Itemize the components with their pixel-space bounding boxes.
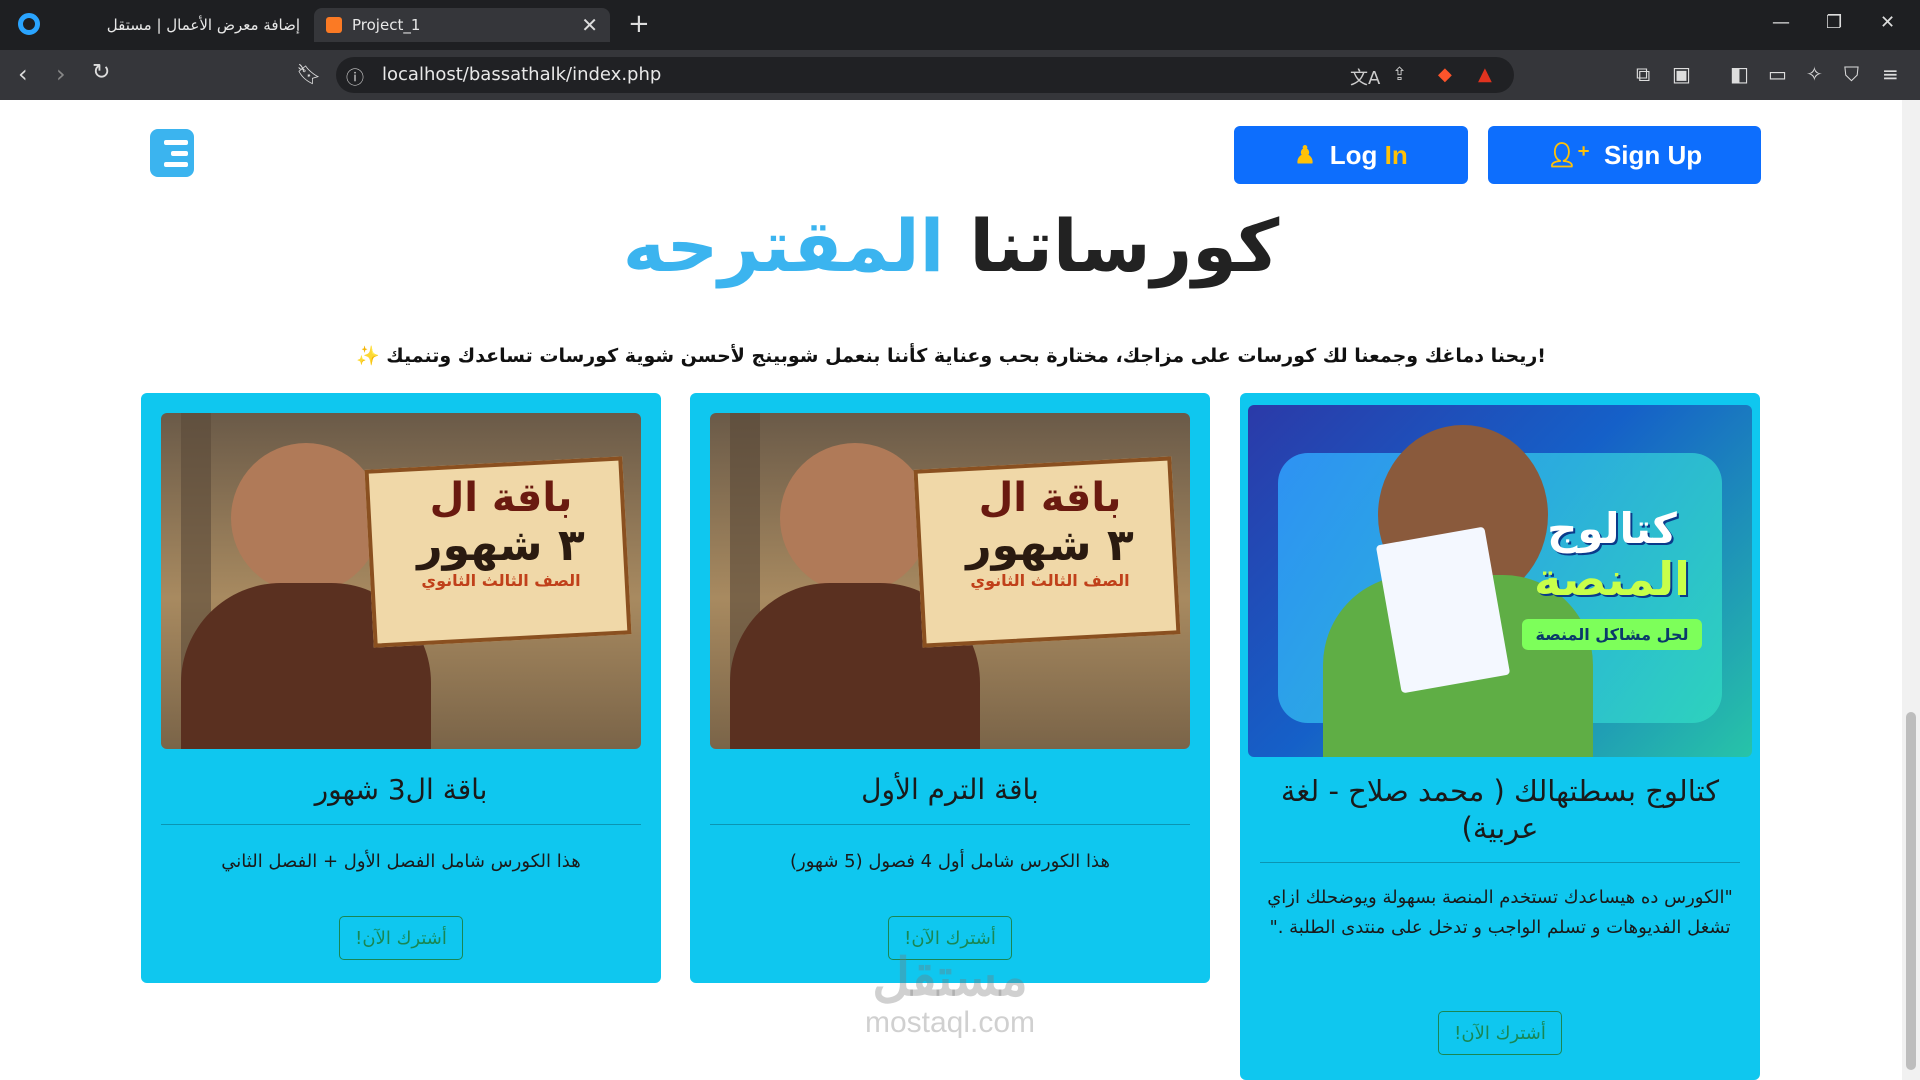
subscribe-button[interactable]: أشترك الآن! [1438, 1011, 1562, 1055]
share-icon[interactable]: ⇪ [1392, 64, 1407, 85]
course-card: كتالوج المنصة لحل مشاكل المنصة كتالوج بس… [1240, 393, 1760, 1080]
image-text-line1: باقة ال [429, 475, 573, 521]
title-accent: المقترحه [622, 204, 945, 288]
user-plus-icon: 👤︎⁺ [1546, 141, 1590, 169]
back-icon[interactable]: ‹ [18, 60, 28, 88]
page-subtitle: !ريحنا دماغك وجمعنا لك كورسات على مزاجك،… [356, 345, 1546, 367]
translate-icon[interactable]: 文A [1350, 64, 1380, 90]
course-image-catalog: كتالوج المنصة لحل مشاكل المنصة [1248, 405, 1752, 757]
xampp-favicon-icon [326, 17, 342, 33]
user-icon: ♟ [1294, 141, 1316, 169]
watermark-arabic: مستقل [872, 949, 1028, 1007]
title-main: كورساتنا [969, 204, 1280, 288]
tab-inactive[interactable]: إضافة معرض الأعمال | مستقل [60, 8, 310, 42]
site-info-icon[interactable]: ⓘ [346, 64, 364, 90]
course-title: باقة ال3 شهور [314, 773, 488, 806]
signup-button[interactable]: 👤︎⁺ Sign Up [1488, 126, 1761, 184]
login-button[interactable]: ♟ Log In [1234, 126, 1468, 184]
course-image-term1: باقة ال ٣ شهور الصف الثالث الثانوي [710, 413, 1190, 749]
image-tagline: الصف الثالث الثانوي [970, 571, 1130, 590]
vpn-icon[interactable]: ⛉ [1844, 62, 1859, 86]
page-title: كورساتنا المقترحه [0, 196, 1902, 296]
bookmark-icon[interactable]: 🔖︎ [296, 62, 321, 86]
divider [710, 824, 1190, 825]
brave-rewards-icon[interactable]: ▲ [1478, 64, 1492, 85]
image-tagline: الصف الثالث الثانوي [421, 571, 581, 590]
tab-title: إضافة معرض الأعمال | مستقل [106, 16, 300, 34]
browser-tab-bar: إضافة معرض الأعمال | مستقل Project_1 ✕ +… [0, 0, 1920, 50]
course-description: هذا الكورس شامل أول 4 فصول (5 شهور) [790, 851, 1110, 872]
close-tab-icon[interactable]: ✕ [581, 13, 598, 37]
course-card: باقة ال ٣ شهور الصف الثالث الثانوي باقة … [141, 393, 661, 983]
course-title: كتالوج بسطتهالك ( محمد صلاح - لغة عربية) [1280, 774, 1720, 845]
subscribe-button[interactable]: أشترك الآن! [339, 916, 463, 960]
image-tagline: لحل مشاكل المنصة [1521, 619, 1703, 650]
login-label-1: Log [1329, 139, 1378, 170]
reader-icon[interactable]: ▣ [1672, 62, 1691, 86]
course-description: هذا الكورس شامل الفصل الأول + الفصل الثا… [221, 851, 581, 872]
divider [1260, 862, 1740, 863]
image-text-line2: ٣ شهور [966, 520, 1134, 571]
image-text-line2: المنصة [1534, 552, 1690, 606]
leo-ai-icon[interactable]: ✧ [1806, 62, 1823, 86]
wallet-icon[interactable]: ▭ [1768, 62, 1787, 86]
course-image-3months: باقة ال ٣ شهور الصف الثالث الثانوي [161, 413, 641, 749]
forward-icon[interactable]: › [56, 60, 66, 88]
new-tab-icon[interactable]: + [628, 10, 650, 38]
brave-shield-icon[interactable]: ◆ [1438, 64, 1452, 85]
divider [161, 824, 641, 825]
course-card: باقة ال ٣ شهور الصف الثالث الثانوي باقة … [690, 393, 1210, 983]
window-close-icon[interactable]: ✕ [1880, 12, 1895, 33]
tab-active[interactable]: Project_1 ✕ [314, 8, 610, 42]
browser-logo-icon [18, 13, 40, 35]
reload-icon[interactable]: ↻ [92, 60, 110, 85]
tab-title: Project_1 [352, 16, 421, 34]
login-label-2: In [1384, 139, 1408, 170]
signup-label: Sign Up [1603, 139, 1703, 170]
restore-icon[interactable]: ❐ [1826, 12, 1842, 33]
watermark-latin: mostaql.com [864, 1006, 1036, 1039]
watermark: مستقل mostaql.com [820, 950, 1080, 1040]
extensions-icon[interactable]: ⧉ [1636, 62, 1650, 86]
image-text-line1: باقة ال [978, 475, 1122, 521]
image-text-line2: ٣ شهور [417, 520, 585, 571]
image-text-line1: كتالوج [1547, 504, 1677, 553]
minimize-icon[interactable]: — [1772, 12, 1790, 33]
site-logo-icon[interactable] [150, 129, 194, 177]
url-text[interactable]: localhost/bassathalk/index.php [382, 64, 661, 85]
sidebar-icon[interactable]: ◧ [1730, 62, 1749, 86]
course-title: باقة الترم الأول [861, 773, 1039, 806]
course-description: "الكورس ده هيساعدك تستخدم المنصة بسهولة … [1267, 887, 1733, 938]
menu-icon[interactable]: ≡ [1882, 62, 1899, 86]
scrollbar-thumb[interactable] [1906, 712, 1916, 1070]
